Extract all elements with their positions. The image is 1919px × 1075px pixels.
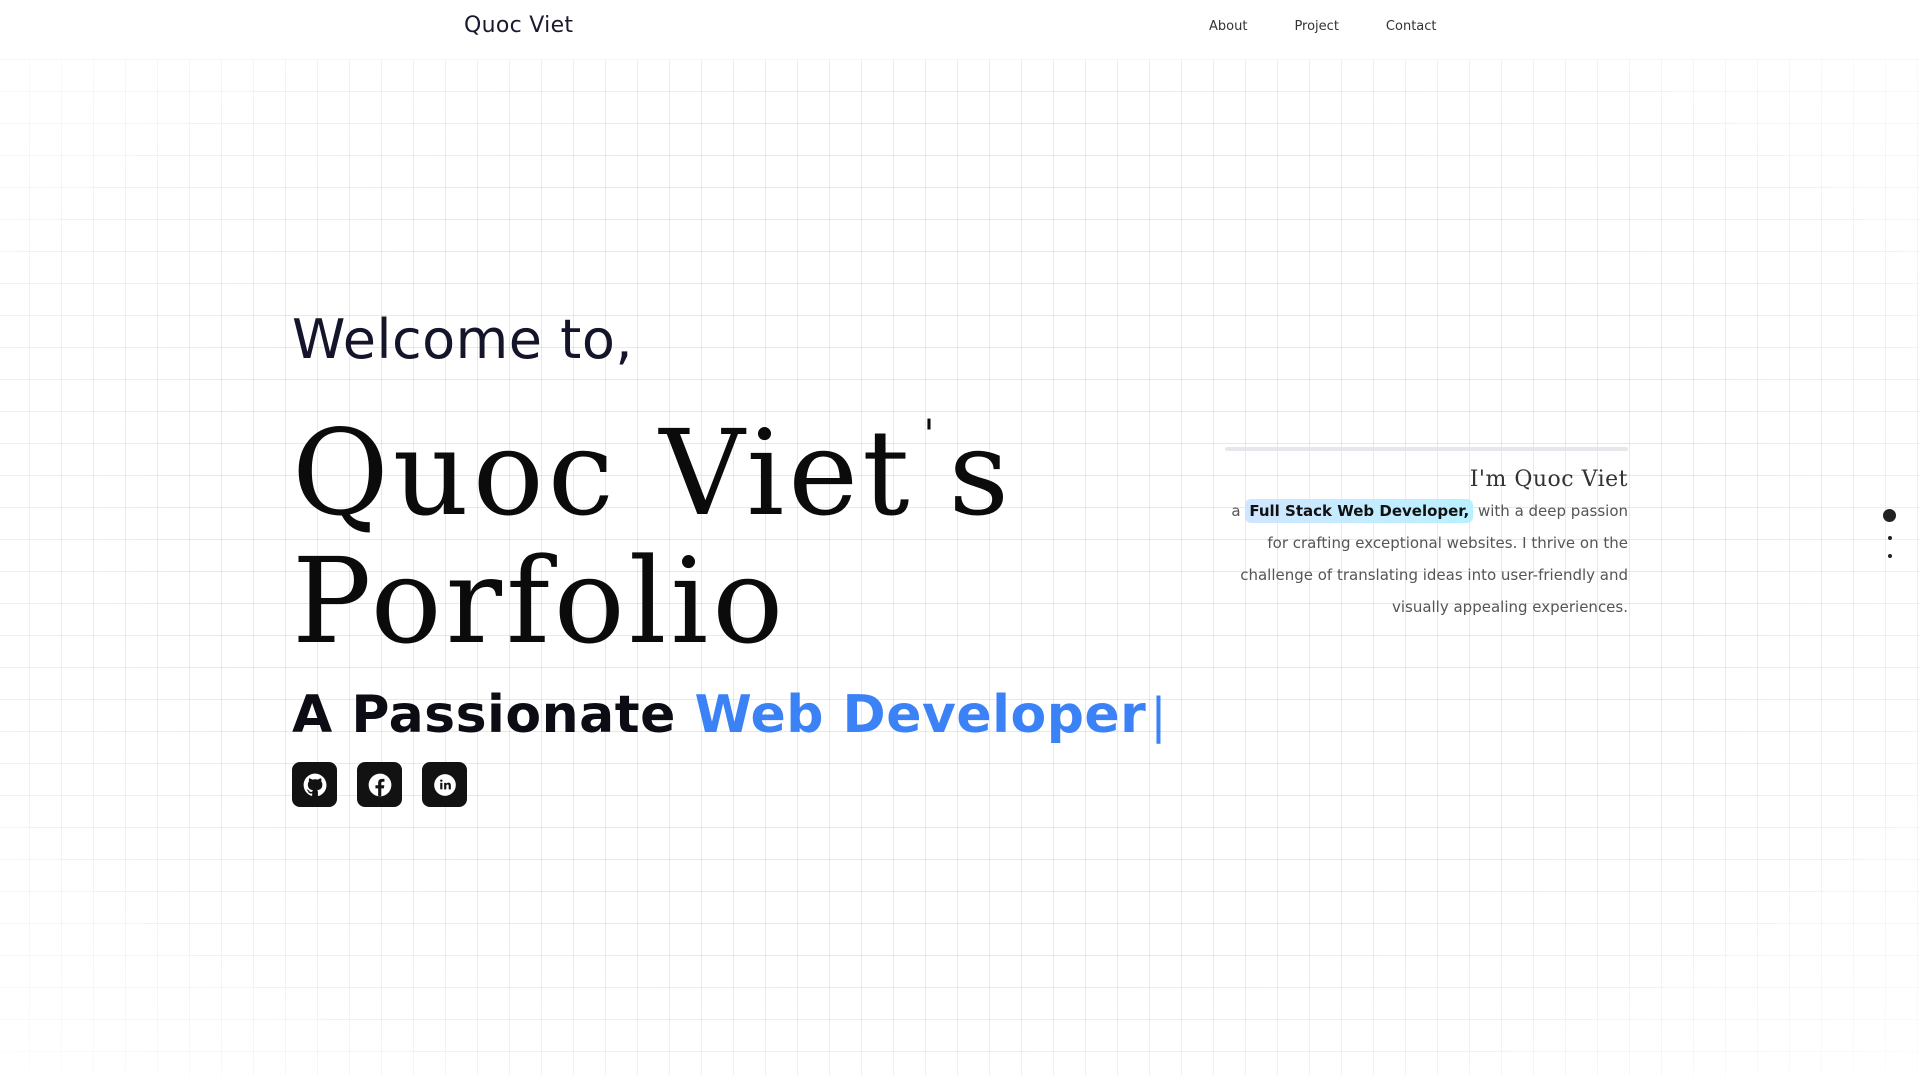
- hero-section: Welcome to, Quoc Viet's Porfolio A Passi…: [292, 305, 1167, 807]
- nav-link-about[interactable]: About: [1209, 19, 1247, 34]
- intro-text: a Full Stack Web Developer, with a deep …: [1225, 495, 1628, 623]
- navbar: Quoc Viet About Project Contact: [0, 0, 1919, 60]
- page: Quoc Viet About Project Contact Welcome …: [0, 0, 1919, 1075]
- tagline: A Passionate Web Developer|: [292, 683, 1167, 748]
- title-apostrophe: ': [923, 412, 939, 458]
- section-dots: [1883, 509, 1896, 558]
- role-highlight-badge: Full Stack Web Developer,: [1245, 499, 1474, 523]
- portfolio-title-line1: Quoc Viet's: [292, 371, 1167, 537]
- portfolio-title: Quoc Viet's Porfolio: [292, 371, 1167, 665]
- intro-panel: I'm Quoc Viet a Full Stack Web Developer…: [1225, 447, 1628, 623]
- brand-logo-link[interactable]: Quoc Viet: [464, 13, 573, 38]
- section-dot-1[interactable]: [1883, 509, 1896, 522]
- intro-divider: [1225, 447, 1628, 451]
- section-dot-2[interactable]: [1887, 536, 1892, 540]
- tagline-role: Web Developer: [694, 685, 1147, 745]
- intro-text-lead: a: [1231, 502, 1241, 520]
- facebook-icon: [368, 773, 391, 796]
- portfolio-title-line2: Porfolio: [292, 532, 788, 670]
- linkedin-icon: [433, 773, 456, 796]
- section-dot-3[interactable]: [1887, 554, 1892, 558]
- tagline-prefix: A Passionate: [292, 685, 676, 745]
- github-icon: [303, 773, 326, 796]
- typing-cursor: |: [1150, 688, 1168, 744]
- facebook-button[interactable]: [357, 762, 402, 807]
- title-name: Quoc Viet: [292, 404, 914, 542]
- nav-links: About Project Contact: [1209, 19, 1484, 34]
- linkedin-button[interactable]: [422, 762, 467, 807]
- welcome-heading: Welcome to,: [292, 308, 634, 371]
- title-suffix: s: [948, 404, 1014, 542]
- social-links: [292, 762, 1167, 807]
- nav-link-project[interactable]: Project: [1294, 19, 1338, 34]
- intro-heading: I'm Quoc Viet: [1469, 467, 1628, 492]
- nav-link-contact[interactable]: Contact: [1386, 19, 1437, 34]
- github-button[interactable]: [292, 762, 337, 807]
